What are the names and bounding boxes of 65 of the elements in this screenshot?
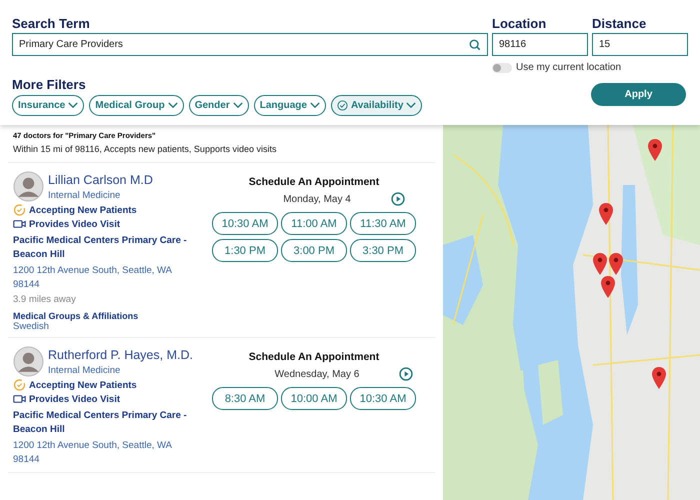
address: 1200 12th Avenue South, Seattle, WA 98144: [13, 439, 173, 467]
doctor-name[interactable]: Lillian Carlson M.D: [48, 173, 153, 187]
location-toggle[interactable]: [492, 62, 512, 72]
search-icon[interactable]: [469, 38, 481, 50]
address: 1200 12th Avenue South, Seattle, WA 98144: [13, 264, 173, 292]
map-pin-icon[interactable]: [601, 276, 615, 298]
location-label: Location: [492, 16, 548, 31]
video-visit-label: Provides Video Visit: [29, 218, 120, 230]
doctor-name[interactable]: Rutherford P. Hayes, M.D.: [48, 348, 193, 362]
location-field[interactable]: 98116: [492, 33, 588, 56]
distance-label: Distance: [592, 16, 648, 31]
time-slot[interactable]: 10:00 AM: [281, 387, 347, 410]
search-field[interactable]: Primary Care Providers: [12, 33, 488, 56]
time-slot[interactable]: 10:30 AM: [212, 212, 278, 235]
chevron-icon: [406, 102, 416, 109]
apply-button[interactable]: Apply: [591, 83, 686, 106]
toggle-label: Use my current location: [516, 62, 622, 73]
map-pin-icon[interactable]: [593, 253, 607, 275]
specialty: Internal Medicine: [48, 190, 122, 201]
map-pin-icon[interactable]: [652, 367, 666, 389]
schedule-title: Schedule An Appointment: [248, 351, 380, 363]
schedule-date: Monday, May 4: [283, 194, 351, 204]
accepting-patients-label: Accepting New Patients: [29, 204, 137, 216]
next-icon[interactable]: [390, 192, 405, 206]
chevron-icon: [68, 102, 78, 109]
groups-value: Swedish: [13, 321, 50, 332]
check-icon: [13, 379, 26, 391]
distance-field[interactable]: 15: [592, 33, 688, 56]
map-pin-icon[interactable]: [599, 203, 613, 225]
result-criteria: Within 15 mi of 98116, Accepts new patients, Supports video visits: [13, 144, 278, 154]
distance-text: 3.9 miles away: [13, 294, 77, 305]
filter-chip[interactable]: Availability: [330, 95, 422, 116]
time-slot[interactable]: 8:30 AM: [212, 387, 278, 410]
video-visit-label: Provides Video Visit: [29, 394, 120, 404]
accepting-patients-label: Accepting New Patients: [29, 380, 137, 390]
filter-chip[interactable]: Language: [254, 95, 326, 116]
filter-chip[interactable]: Medical Group: [89, 95, 184, 116]
chevron-icon: [168, 102, 178, 109]
time-slot[interactable]: 10:30 AM: [350, 387, 416, 410]
map-pin-icon[interactable]: [648, 139, 662, 161]
schedule-date: Wednesday, May 6: [274, 368, 360, 380]
time-slot[interactable]: 3:00 PM: [281, 239, 347, 262]
time-slot[interactable]: 1:30 PM: [212, 239, 278, 262]
next-icon[interactable]: [399, 367, 414, 381]
schedule-title: Schedule An Appointment: [248, 176, 380, 188]
practice-name[interactable]: Pacific Medical Centers Primary Care - Beacon Hill: [13, 234, 198, 262]
chevron-icon: [310, 102, 320, 109]
search-term-label: Search Term: [12, 16, 91, 31]
time-slot[interactable]: 11:00 AM: [281, 212, 347, 235]
time-slot[interactable]: 3:30 PM: [350, 239, 416, 262]
video-icon: [13, 218, 26, 230]
chevron-icon: [232, 102, 243, 109]
map-pin-icon[interactable]: [609, 253, 623, 275]
practice-name[interactable]: Pacific Medical Centers Primary Care - Beacon Hill: [13, 409, 198, 437]
more-filters-label: More Filters: [12, 77, 87, 92]
check-icon: [13, 204, 26, 216]
check-icon: [336, 100, 348, 111]
video-icon: [13, 393, 26, 405]
specialty: Internal Medicine: [48, 365, 122, 376]
filter-chip[interactable]: Gender: [188, 95, 249, 116]
time-slot[interactable]: 11:30 AM: [350, 212, 416, 235]
filter-chip[interactable]: Insurance: [12, 95, 84, 116]
groups-label: Medical Groups & Affiliations: [13, 311, 140, 321]
avatar-icon: [13, 346, 44, 377]
avatar-icon: [13, 171, 44, 202]
